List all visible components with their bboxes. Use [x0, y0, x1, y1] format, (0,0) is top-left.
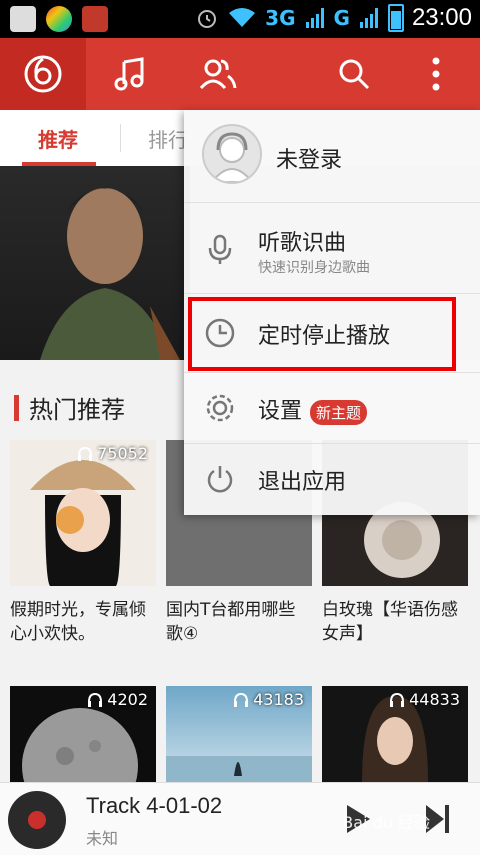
music-tab-button[interactable] [110, 54, 150, 94]
music-note-icon [114, 57, 144, 91]
power-icon [207, 466, 233, 493]
hot-recommend-header: 热门推荐 [14, 390, 125, 425]
headphones-icon [234, 692, 249, 707]
playlist-title: 国内T台都用哪些歌④ [166, 600, 296, 644]
signal-icon [305, 8, 324, 28]
wifi-icon [229, 8, 256, 27]
play-count-value: 75052 [97, 444, 148, 463]
more-menu-button[interactable] [416, 54, 456, 94]
login-row[interactable]: 未登录 [184, 110, 480, 203]
artist-portrait-image [40, 188, 180, 360]
network-g-label: G [333, 6, 350, 30]
network-3g-label: 3G [265, 6, 296, 30]
gallery-notification-icon [10, 6, 36, 32]
menu-item-label: 听歌识曲 [258, 231, 347, 256]
play-count-value: 43183 [253, 690, 304, 709]
menu-item-settings[interactable]: 设置 新主题 [184, 373, 480, 444]
headphones-icon [390, 692, 405, 707]
menu-item-identify-song[interactable]: 听歌识曲 快速识别身边歌曲 [184, 203, 480, 294]
playlist-card[interactable]: 43183 [166, 686, 312, 782]
netease-music-logo-icon [24, 55, 62, 93]
play-count: 4202 [87, 690, 148, 709]
banner-artist-photo [0, 166, 190, 360]
play-count-value: 44833 [409, 690, 460, 709]
menu-item-label: 退出应用 [258, 470, 347, 495]
playlist-cover: 43183 [166, 686, 312, 782]
track-artist: 未知 [86, 829, 119, 848]
search-button[interactable] [334, 54, 374, 94]
battery-icon [387, 4, 404, 32]
playlist-card[interactable]: 4202 [10, 686, 156, 782]
notification-icons [10, 6, 108, 32]
playlist-card[interactable]: 75052 假期时光，专属倾心小欢快。 [10, 440, 156, 646]
menu-item-settings-text: 设置 新主题 [258, 393, 368, 425]
playlist-title: 假期时光，专属倾心小欢快。 [10, 600, 146, 644]
home-logo-button[interactable] [0, 38, 86, 110]
playlist-title: 白玫瑰【华语伤感女声】 [322, 600, 458, 644]
news-notification-icon [82, 6, 108, 32]
playlist-cover: 44833 [322, 686, 468, 782]
signal-icon [359, 8, 378, 28]
play-count: 44833 [389, 690, 460, 709]
menu-item-sublabel: 快速识别身边歌曲 [258, 260, 370, 276]
alarm-icon [198, 10, 217, 28]
app-notification-icon [46, 6, 72, 32]
play-count: 75052 [77, 444, 148, 463]
friends-icon [199, 59, 237, 90]
login-status: 未登录 [276, 148, 343, 173]
watermark-logo: Bai du 经验 [342, 813, 430, 832]
section-accent-bar [14, 394, 19, 421]
search-icon [339, 59, 370, 90]
friends-tab-button[interactable] [198, 54, 238, 94]
more-vertical-icon [432, 57, 440, 91]
track-title: Track 4-01-02 [86, 793, 223, 818]
menu-item-label: 设置 [258, 399, 303, 424]
new-theme-badge: 新主题 [310, 399, 368, 425]
playlist-cover: 75052 [10, 440, 156, 586]
play-count: 43183 [233, 690, 304, 709]
tab-ranking[interactable]: 排行 [148, 124, 188, 153]
headphones-icon [88, 692, 103, 707]
tab-recommend[interactable]: 推荐 [38, 124, 78, 153]
menu-item-exit[interactable]: 退出应用 [184, 444, 480, 514]
avatar [202, 124, 262, 184]
user-avatar-icon [210, 132, 254, 182]
app-top-bar [0, 38, 480, 110]
mini-player[interactable]: Track 4-01-02 未知 Bai du 经验 [0, 782, 480, 855]
playlist-cover: 4202 [10, 686, 156, 782]
status-bar: 3G G 23:00 [0, 0, 480, 38]
highlight-box [188, 297, 456, 371]
clock-time: 23:00 [411, 4, 472, 31]
gear-icon [206, 394, 234, 422]
section-title: 热门推荐 [29, 396, 125, 424]
tab-divider [120, 124, 121, 152]
microphone-icon [208, 234, 232, 264]
album-disc-icon[interactable] [8, 791, 66, 849]
headphones-icon [78, 446, 93, 461]
play-count-value: 4202 [107, 690, 148, 709]
playlist-card[interactable]: 44833 [322, 686, 468, 782]
